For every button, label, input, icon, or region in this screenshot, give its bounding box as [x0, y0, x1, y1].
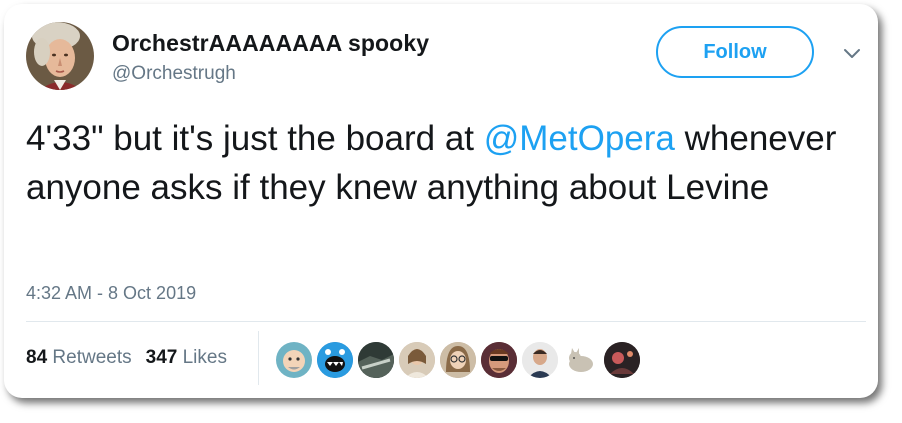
- liker-avatars: [276, 342, 645, 378]
- profile-avatar[interactable]: [26, 22, 94, 90]
- tweet-stats: 84 Retweets 347 Likes: [26, 347, 227, 369]
- cartoon-bald-face-icon: [283, 350, 305, 372]
- retweets-label: Retweets: [52, 347, 132, 368]
- woman-photo-icon: [399, 342, 435, 378]
- liker-avatar-9[interactable]: [604, 342, 640, 378]
- landscape-photo-icon: [358, 342, 394, 378]
- blue-monster-icon: [317, 342, 353, 378]
- tweet-timestamp[interactable]: 4:32 AM - 8 Oct 2019: [26, 283, 196, 304]
- likes-count: 347: [145, 347, 178, 368]
- liker-avatar-6[interactable]: [481, 342, 517, 378]
- follow-button[interactable]: Follow: [656, 26, 814, 78]
- liker-avatar-7[interactable]: [522, 342, 558, 378]
- liker-avatar-2[interactable]: [317, 342, 353, 378]
- retweets-stat[interactable]: 84 Retweets: [26, 347, 132, 368]
- liker-avatar-4[interactable]: [399, 342, 435, 378]
- tweet-text-part: 4'33" but it's just the board at: [26, 119, 484, 158]
- cat-drawing-icon: [563, 342, 599, 378]
- user-handle[interactable]: @Orchestrugh: [112, 63, 236, 85]
- liker-avatar-5[interactable]: [440, 342, 476, 378]
- liker-avatar-3[interactable]: [358, 342, 394, 378]
- man-sunglasses-icon: [481, 342, 517, 378]
- display-name[interactable]: OrchestrAAAAAAAA spooky: [112, 30, 429, 57]
- liker-avatar-8[interactable]: [563, 342, 599, 378]
- person-red-light-icon: [604, 342, 640, 378]
- retweets-count: 84: [26, 347, 48, 368]
- likes-label: Likes: [182, 347, 227, 368]
- woman-glasses-icon: [440, 342, 476, 378]
- chevron-down-icon[interactable]: [842, 46, 862, 62]
- stats-separator: [258, 331, 259, 385]
- mozart-portrait-icon: [26, 22, 94, 90]
- man-portrait-icon: [522, 342, 558, 378]
- divider: [26, 321, 866, 322]
- mention-link[interactable]: @MetOpera: [484, 119, 675, 158]
- liker-avatar-1[interactable]: [276, 342, 312, 378]
- tweet-card: OrchestrAAAAAAAA spooky @Orchestrugh Fol…: [4, 4, 878, 398]
- tweet-text: 4'33" but it's just the board at @MetOpe…: [26, 114, 866, 212]
- likes-stat[interactable]: 347 Likes: [146, 347, 227, 368]
